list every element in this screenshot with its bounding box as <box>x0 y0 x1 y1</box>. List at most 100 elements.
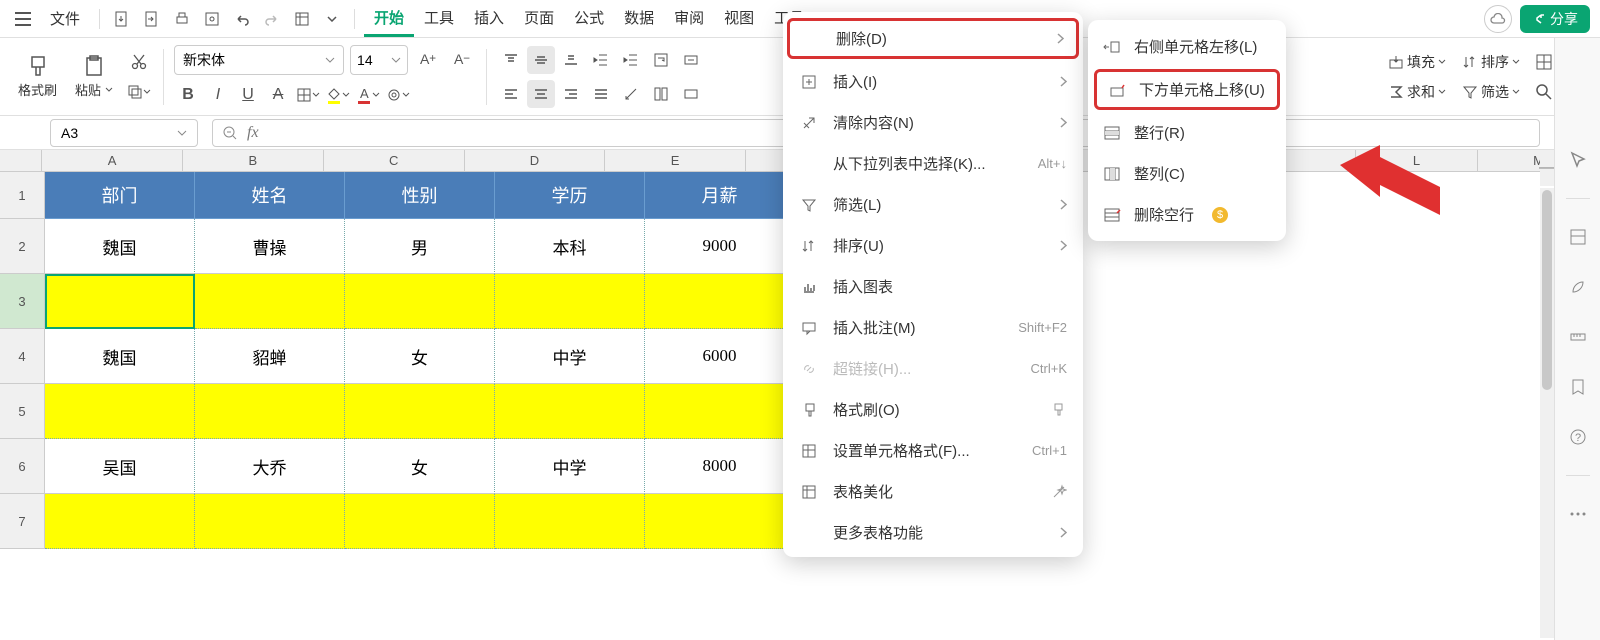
cut-icon[interactable] <box>125 48 153 76</box>
page-right-icon[interactable] <box>139 6 165 32</box>
cloud-sync-icon[interactable] <box>1484 5 1512 33</box>
font-color-icon[interactable]: A <box>354 81 382 109</box>
table-cell[interactable] <box>195 274 345 329</box>
row-header[interactable]: 3 <box>0 274 45 329</box>
table-cell[interactable] <box>345 494 495 549</box>
strikethrough-icon[interactable]: A <box>264 81 292 109</box>
table-cell[interactable]: 6000 <box>645 329 795 384</box>
fill-button[interactable]: 填充 <box>1382 48 1452 76</box>
table-header-cell[interactable]: 部门 <box>45 172 195 219</box>
increase-indent-icon[interactable] <box>617 46 645 74</box>
undo-icon[interactable] <box>229 6 255 32</box>
page-down-icon[interactable] <box>109 6 135 32</box>
table-cell[interactable] <box>45 384 195 439</box>
decrease-font-icon[interactable]: A− <box>448 45 476 73</box>
context-menu-item[interactable]: 更多表格功能 <box>783 512 1083 553</box>
menu-tab-工具[interactable]: 工具 <box>414 1 464 37</box>
table-header-cell[interactable]: 性别 <box>345 172 495 219</box>
menu-tab-审阅[interactable]: 审阅 <box>664 1 714 37</box>
col-header[interactable]: B <box>183 150 324 171</box>
decrease-indent-icon[interactable] <box>587 46 615 74</box>
table-cell[interactable] <box>195 384 345 439</box>
context-menu-item[interactable]: 排序(U) <box>783 225 1083 266</box>
font-size-select[interactable]: 14 <box>350 45 408 75</box>
table-style-icon[interactable] <box>289 6 315 32</box>
preview-icon[interactable] <box>199 6 225 32</box>
align-left-icon[interactable] <box>497 80 525 108</box>
menu-tab-视图[interactable]: 视图 <box>714 1 764 37</box>
table-cell[interactable] <box>45 274 195 329</box>
fill-color-icon[interactable] <box>324 81 352 109</box>
context-menu-item[interactable]: 插入图表 <box>783 266 1083 307</box>
table-cell[interactable] <box>495 384 645 439</box>
bookmark-icon[interactable] <box>1566 375 1590 399</box>
menu-tab-页面[interactable]: 页面 <box>514 1 564 37</box>
row-header[interactable]: 6 <box>0 439 45 494</box>
col-header[interactable]: E <box>605 150 746 171</box>
context-menu-item[interactable]: 表格美化 <box>783 471 1083 512</box>
table-cell[interactable]: 貂蝉 <box>195 329 345 384</box>
merge-icon[interactable] <box>677 46 705 74</box>
font-select[interactable]: 新宋体 <box>174 45 344 75</box>
redo-icon[interactable] <box>259 6 285 32</box>
submenu-item[interactable]: 下方单元格上移(U) <box>1094 69 1280 110</box>
table-header-cell[interactable]: 月薪 <box>645 172 795 219</box>
col-header[interactable]: A <box>42 150 183 171</box>
filter-button[interactable]: 筛选 <box>1456 78 1526 106</box>
context-menu-item[interactable]: 删除(D) <box>787 18 1079 59</box>
increase-font-icon[interactable]: A+ <box>414 45 442 73</box>
align-center-icon[interactable] <box>527 80 555 108</box>
cursor-icon[interactable] <box>1566 148 1590 172</box>
submenu-item[interactable]: 右侧单元格左移(L) <box>1088 26 1286 67</box>
align-top-icon[interactable] <box>497 46 525 74</box>
autofit-icon[interactable] <box>677 80 705 108</box>
select-all-corner[interactable] <box>0 150 42 171</box>
table-cell[interactable]: 曹操 <box>195 219 345 274</box>
file-menu[interactable]: 文件 <box>40 2 90 35</box>
table-header-cell[interactable]: 姓名 <box>195 172 345 219</box>
table-cell[interactable] <box>495 274 645 329</box>
table-cell[interactable] <box>345 384 495 439</box>
table-cell[interactable]: 本科 <box>495 219 645 274</box>
table-cell[interactable]: 中学 <box>495 439 645 494</box>
table-cell[interactable] <box>645 384 795 439</box>
table-cell[interactable]: 女 <box>345 439 495 494</box>
col-header[interactable]: C <box>324 150 465 171</box>
row-header[interactable]: 1 <box>0 172 45 219</box>
row-header[interactable]: 5 <box>0 384 45 439</box>
cell-merge2-icon[interactable] <box>647 80 675 108</box>
name-box[interactable]: A3 <box>50 119 198 147</box>
layout-icon[interactable] <box>1566 225 1590 249</box>
table-cell[interactable]: 8000 <box>645 439 795 494</box>
context-menu-item[interactable]: 筛选(L) <box>783 184 1083 225</box>
vertical-scrollbar[interactable] <box>1540 188 1554 638</box>
table-cell[interactable] <box>345 274 495 329</box>
menu-tab-开始[interactable]: 开始 <box>364 1 414 37</box>
submenu-item[interactable]: 删除空行$ <box>1088 194 1286 235</box>
context-menu-item[interactable]: 插入(I) <box>783 61 1083 102</box>
paste-group[interactable]: 粘贴 <box>69 54 119 99</box>
hamburger-icon[interactable] <box>10 6 36 32</box>
table-cell[interactable]: 中学 <box>495 329 645 384</box>
justify-icon[interactable] <box>587 80 615 108</box>
leaf-icon[interactable] <box>1566 275 1590 299</box>
context-menu-item[interactable]: 插入批注(M)Shift+F2 <box>783 307 1083 348</box>
table-cell[interactable]: 魏国 <box>45 219 195 274</box>
table-cell[interactable]: 男 <box>345 219 495 274</box>
menu-tab-公式[interactable]: 公式 <box>564 1 614 37</box>
table-cell[interactable] <box>645 274 795 329</box>
table-cell[interactable]: 9000 <box>645 219 795 274</box>
context-menu-item[interactable]: 清除内容(N) <box>783 102 1083 143</box>
menu-tab-数据[interactable]: 数据 <box>614 1 664 37</box>
table-cell[interactable] <box>45 494 195 549</box>
sum-button[interactable]: 求和 <box>1382 78 1452 106</box>
row-header[interactable]: 2 <box>0 219 45 274</box>
col-header[interactable]: D <box>465 150 606 171</box>
table-cell[interactable]: 女 <box>345 329 495 384</box>
print-icon[interactable] <box>169 6 195 32</box>
align-bottom-icon[interactable] <box>557 46 585 74</box>
table-cell[interactable]: 魏国 <box>45 329 195 384</box>
help-icon[interactable]: ? <box>1566 425 1590 449</box>
table-cell[interactable] <box>645 494 795 549</box>
table-cell[interactable] <box>495 494 645 549</box>
